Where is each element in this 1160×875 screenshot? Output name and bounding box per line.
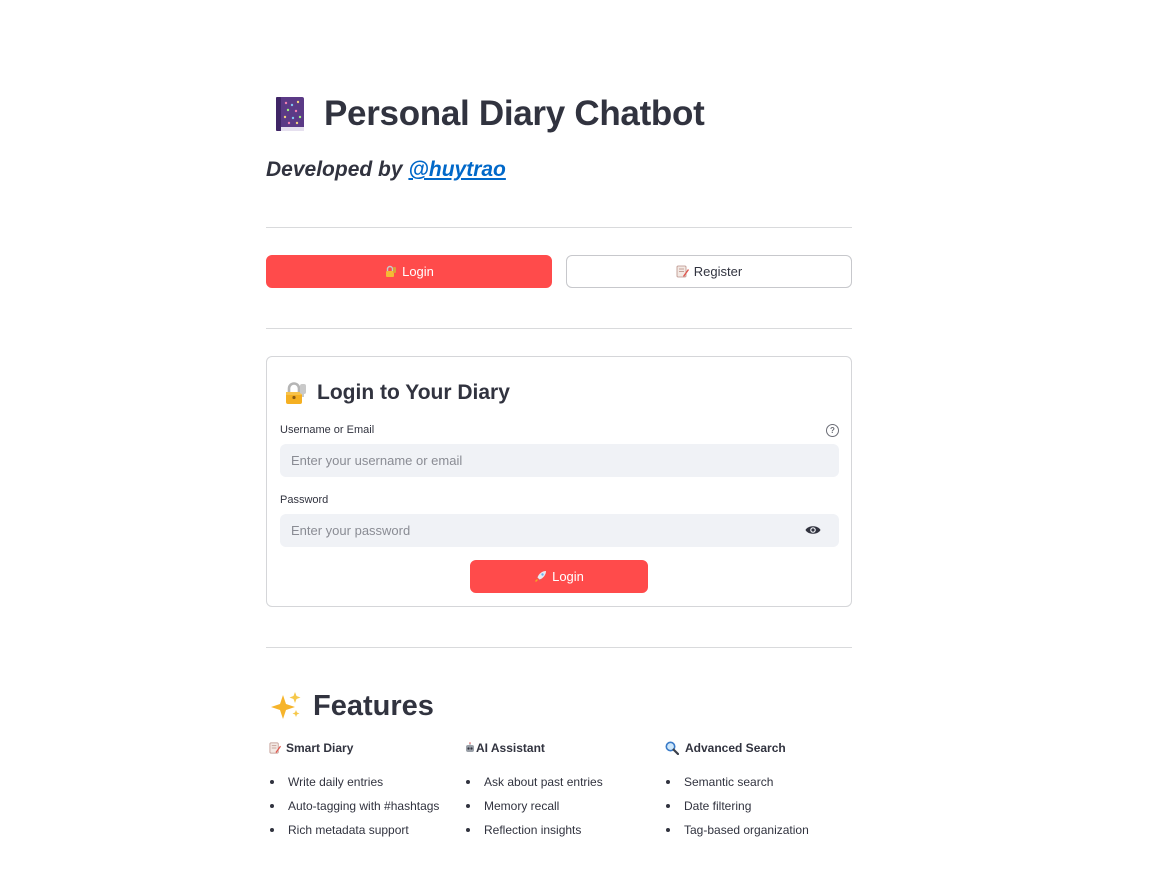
login-form-title: Login to Your Diary — [317, 381, 510, 404]
list-item: Memory recall — [465, 799, 603, 823]
feature-list: Write daily entries Auto-tagging with #h… — [269, 775, 439, 847]
magnifier-icon — [665, 741, 680, 756]
closed-book-icon — [275, 96, 305, 132]
login-tab-button[interactable]: Login — [266, 255, 552, 288]
rocket-icon — [534, 570, 547, 583]
feature-heading-label: AI Assistant — [476, 741, 545, 755]
password-label: Password — [280, 494, 329, 506]
locked-with-key-icon — [283, 381, 308, 406]
list-item: Auto-tagging with #hashtags — [269, 799, 439, 823]
memo-icon — [269, 742, 281, 754]
locked-with-key-icon — [384, 265, 397, 278]
features-header: Features — [270, 688, 434, 724]
login-submit-label: Login — [552, 569, 584, 584]
list-item: Write daily entries — [269, 775, 439, 799]
author-link[interactable]: @huytrao — [408, 158, 505, 181]
feature-heading: Advanced Search — [665, 740, 855, 756]
feature-heading-label: Advanced Search — [685, 741, 786, 755]
register-tab-button[interactable]: Register — [566, 255, 852, 288]
username-input[interactable] — [280, 444, 839, 477]
feature-heading: Smart Diary — [269, 740, 459, 756]
feature-list: Ask about past entries Memory recall Ref… — [465, 775, 603, 847]
feature-column-advanced-search: Advanced Search Semantic search Date fil… — [665, 740, 855, 837]
list-item: Reflection insights — [465, 823, 603, 847]
feature-column-smart-diary: Smart Diary Write daily entries Auto-tag… — [269, 740, 459, 837]
password-input[interactable] — [280, 514, 839, 547]
list-item: Rich metadata support — [269, 823, 439, 847]
username-label: Username or Email — [280, 424, 375, 436]
page-header: Personal Diary Chatbot — [266, 92, 705, 136]
feature-heading-label: Smart Diary — [286, 741, 354, 755]
robot-icon — [465, 742, 475, 754]
page-subtitle: Developed by @huytrao — [266, 158, 506, 182]
login-form-header: Login to Your Diary — [283, 379, 510, 407]
show-password-eye-icon[interactable] — [805, 523, 821, 535]
page-title: Personal Diary Chatbot — [324, 94, 705, 133]
register-tab-label: Register — [693, 264, 743, 279]
list-item: Tag-based organization — [665, 823, 809, 847]
features-title: Features — [313, 689, 434, 722]
help-icon[interactable]: ? — [826, 424, 839, 437]
list-item: Semantic search — [665, 775, 809, 799]
list-item: Ask about past entries — [465, 775, 603, 799]
login-submit-button[interactable]: Login — [470, 560, 648, 593]
subtitle-prefix: Developed by — [266, 158, 403, 181]
divider — [266, 328, 852, 329]
list-item: Date filtering — [665, 799, 809, 823]
divider — [266, 227, 852, 228]
sparkles-icon — [270, 691, 302, 721]
memo-icon — [676, 265, 689, 278]
feature-column-ai-assistant: AI Assistant Ask about past entries Memo… — [465, 740, 655, 837]
divider — [266, 647, 852, 648]
login-tab-label: Login — [402, 264, 434, 279]
login-form: Login to Your Diary Username or Email ? … — [266, 356, 852, 607]
feature-heading: AI Assistant — [465, 740, 655, 756]
feature-list: Semantic search Date filtering Tag-based… — [665, 775, 809, 847]
